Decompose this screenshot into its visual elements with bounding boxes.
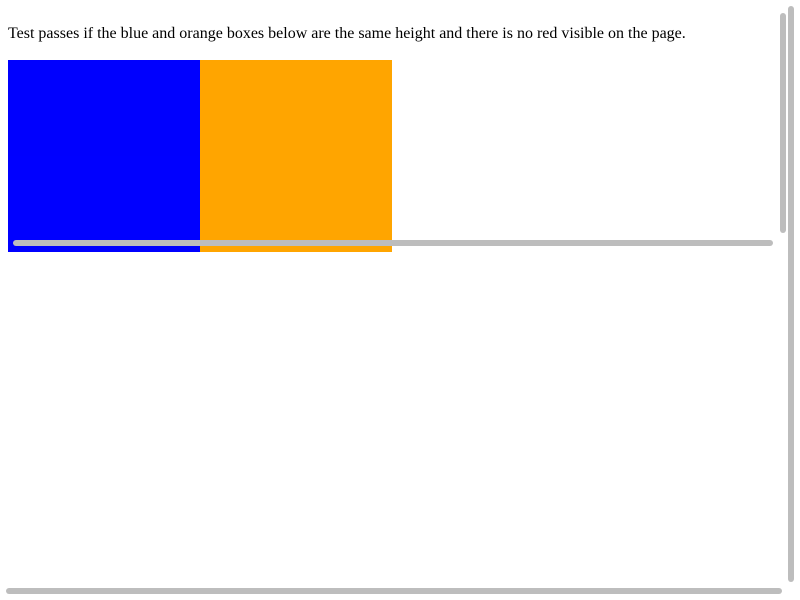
test-instructions: Test passes if the blue and orange boxes… xyxy=(8,25,686,42)
page-horizontal-scrollbar[interactable] xyxy=(6,588,782,594)
inner-vertical-scrollbar[interactable] xyxy=(780,13,786,233)
blue-box-top xyxy=(8,60,200,156)
inner-horizontal-scrollbar[interactable] xyxy=(13,240,773,246)
orange-box xyxy=(200,60,392,252)
page-vertical-scrollbar[interactable] xyxy=(788,6,794,582)
test-area xyxy=(8,60,392,252)
blue-box-bottom xyxy=(8,156,200,252)
